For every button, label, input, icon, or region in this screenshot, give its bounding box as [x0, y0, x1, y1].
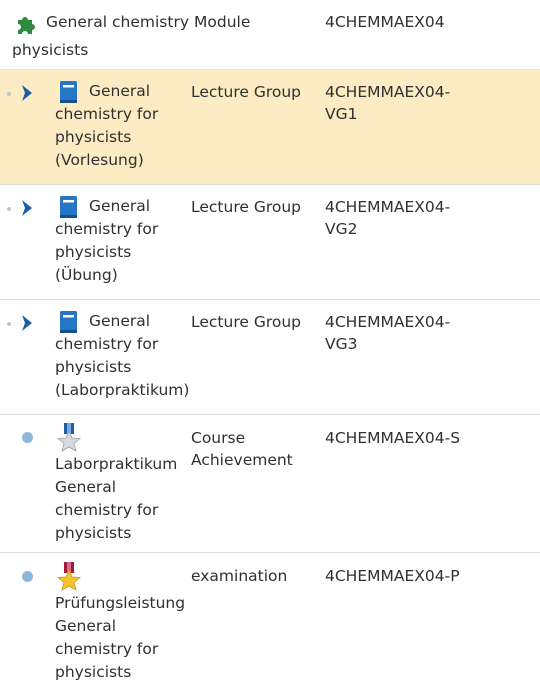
row-title-rest: chemistry for physicists (Laborpraktikum…: [55, 335, 190, 399]
row-title[interactable]: General chemistry for physicists (Vorles…: [55, 80, 195, 172]
table-row[interactable]: Prüfungsleistung General chemistry for p…: [0, 553, 540, 693]
gold-medal-icon: [56, 562, 82, 591]
silver-medal-icon: [56, 423, 82, 452]
row-code: 4CHEMMAEX04-P: [325, 567, 460, 585]
row-code: 4CHEMMAEX04- VG2: [325, 196, 525, 240]
row-title[interactable]: General chemistry for physicists (Übung): [55, 195, 195, 287]
row-code-line2: VG2: [325, 220, 358, 238]
row-code-line1: 4CHEMMAEX04-: [325, 83, 451, 101]
row-code-line1: 4CHEMMAEX04-: [325, 198, 451, 216]
module-row[interactable]: General chemistry for physicists Module …: [0, 0, 540, 70]
row-edge-marker: [7, 207, 11, 211]
row-type: Lecture Group: [191, 83, 302, 101]
row-title[interactable]: Laborpraktikum General chemistry for phy…: [55, 453, 195, 545]
row-type-line2: Achievement: [191, 451, 293, 469]
row-title-first: General: [89, 82, 151, 100]
bullet-dot: [22, 432, 33, 443]
module-type: Module: [192, 8, 251, 36]
table-row[interactable]: General chemistry for physicists (Übung)…: [0, 185, 540, 300]
row-edge-marker: [7, 322, 11, 326]
row-type: Course Achievement: [191, 427, 321, 471]
table-row[interactable]: Laborpraktikum General chemistry for phy…: [0, 415, 540, 553]
row-code-line1: 4CHEMMAEX04-: [325, 313, 451, 331]
table-row[interactable]: General chemistry for physicists (Vorles…: [0, 70, 540, 185]
bullet-dot: [22, 571, 33, 582]
row-edge-marker: [7, 92, 11, 96]
chevron-right-icon[interactable]: [20, 84, 34, 102]
row-type-line1: Course: [191, 429, 246, 447]
table-row[interactable]: General chemistry for physicists (Laborp…: [0, 300, 540, 415]
row-type: Lecture Group: [191, 198, 302, 216]
row-type: examination: [191, 567, 288, 585]
row-title[interactable]: Prüfungsleistung General chemistry for p…: [55, 592, 195, 684]
row-code: 4CHEMMAEX04- VG3: [325, 311, 525, 355]
row-code-line2: VG1: [325, 105, 358, 123]
chevron-right-icon[interactable]: [20, 199, 34, 217]
row-code-line2: VG3: [325, 335, 358, 353]
chevron-right-icon[interactable]: [20, 314, 34, 332]
row-type: Lecture Group: [191, 313, 302, 331]
row-code: 4CHEMMAEX04-S: [325, 429, 461, 447]
row-title-first: General: [89, 197, 151, 215]
module-code: 4CHEMMAEX04: [325, 13, 445, 31]
row-code: 4CHEMMAEX04- VG1: [325, 81, 525, 125]
row-title-first: General: [89, 312, 151, 330]
row-title-rest: chemistry for physicists (Vorlesung): [55, 105, 159, 169]
row-title-rest: chemistry for physicists (Übung): [55, 220, 159, 284]
row-title[interactable]: General chemistry for physicists (Laborp…: [55, 310, 195, 402]
